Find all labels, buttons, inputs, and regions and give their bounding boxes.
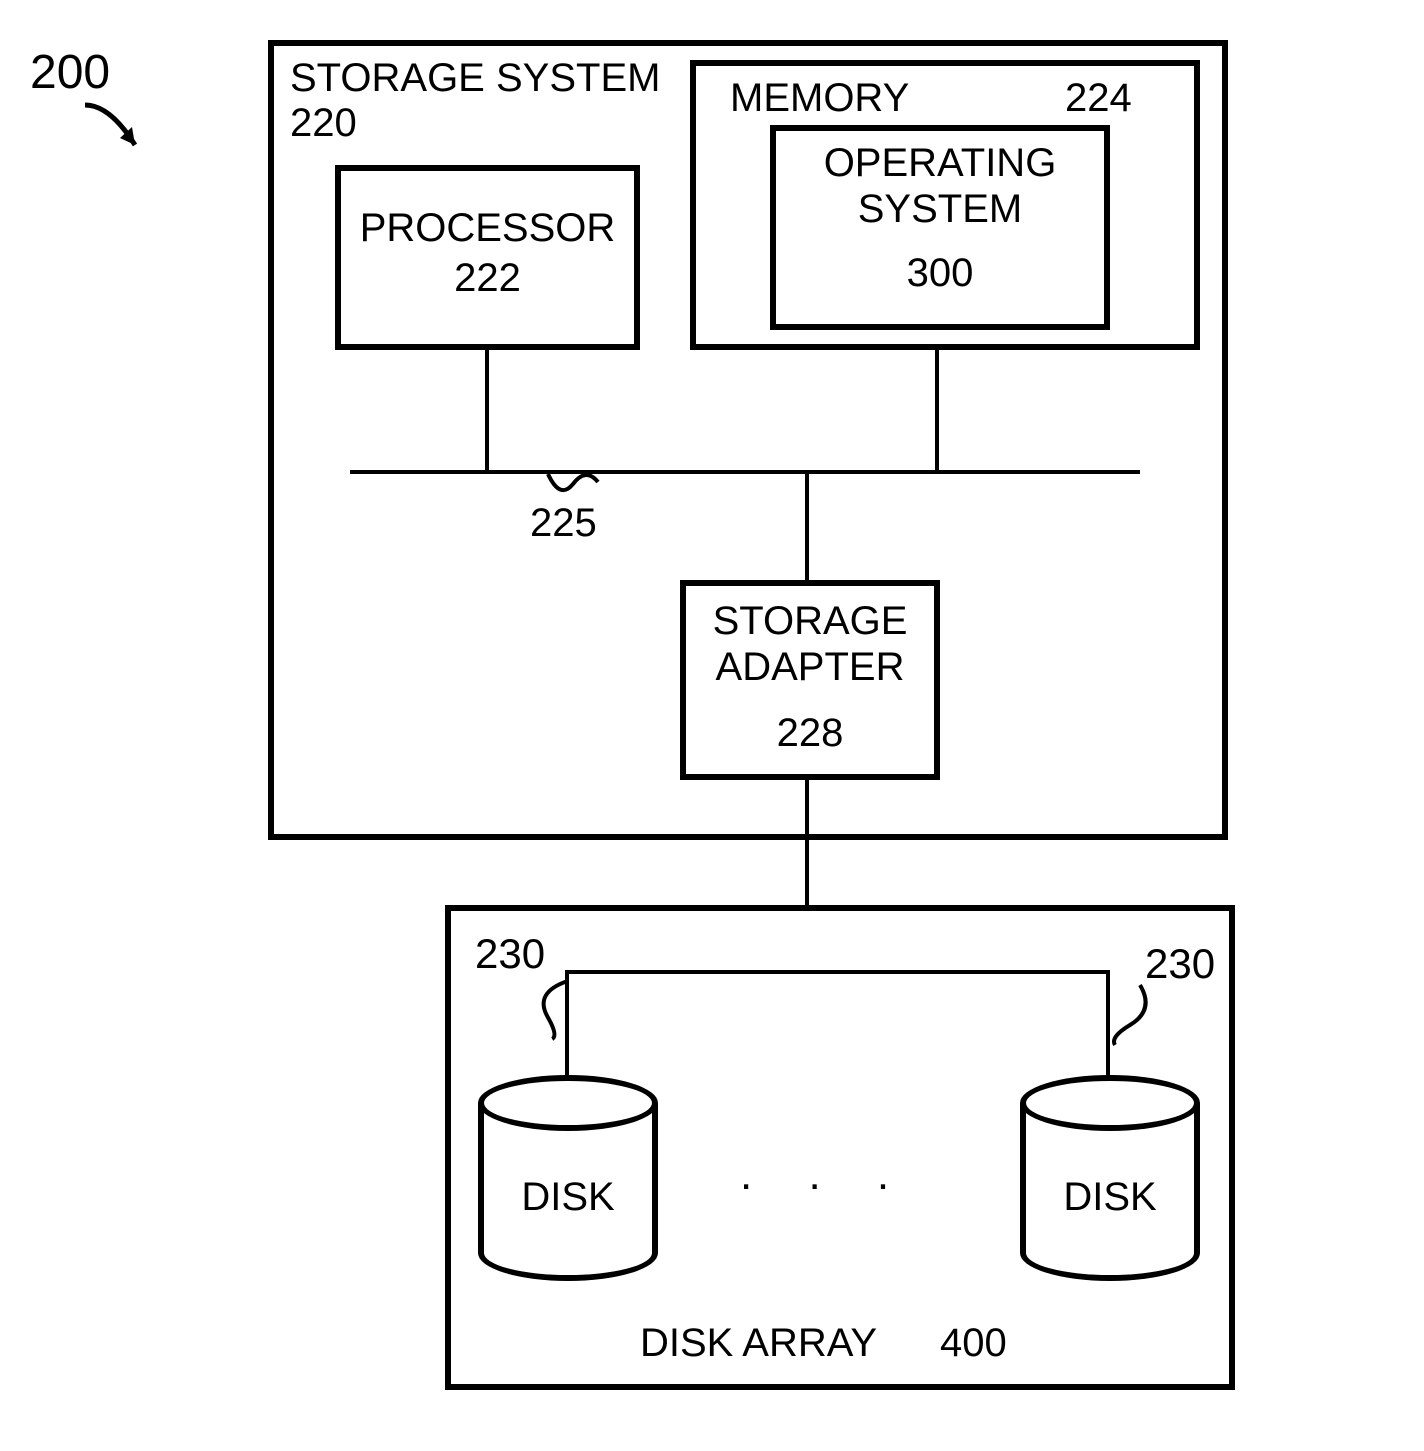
processor-num: 222 [335,255,640,301]
memory-num: 224 [1065,75,1132,121]
disk-ref-right: 230 [1145,940,1215,988]
diagram-stage: { "ref_200": "200", "storage_system": { … [0,0,1424,1451]
line-mem-bus [935,350,939,470]
disk-ref-left: 230 [475,930,545,978]
disk-array-num: 400 [940,1320,1007,1366]
arc-disk-right [1100,985,1150,1050]
disk-bus-horizontal [565,970,1110,974]
bus-num: 225 [530,500,597,546]
disk-right: DISK [1020,1075,1200,1275]
os-num: 300 [770,250,1110,296]
processor-label: PROCESSOR [335,205,640,251]
arrow-200 [80,100,160,185]
memory-label: MEMORY [730,75,909,121]
disk-array-title: DISK ARRAY [640,1320,877,1366]
disk-left-label: DISK [478,1175,658,1220]
arc-disk-left [540,980,580,1045]
bus-line [350,470,1140,474]
line-proc-bus [485,350,489,470]
disk-right-label: DISK [1020,1175,1200,1220]
disk-ellipsis: . . . [740,1150,911,1200]
storage-system-num: 220 [290,100,357,146]
ref-200: 200 [30,45,110,100]
storage-adapter-num: 228 [680,710,940,756]
disk-left: DISK [478,1075,658,1275]
storage-adapter-label: STORAGE ADAPTER [680,598,940,690]
os-label: OPERATING SYSTEM [770,140,1110,232]
line-bus-adapter [805,470,809,580]
storage-system-title: STORAGE SYSTEM [290,55,660,101]
